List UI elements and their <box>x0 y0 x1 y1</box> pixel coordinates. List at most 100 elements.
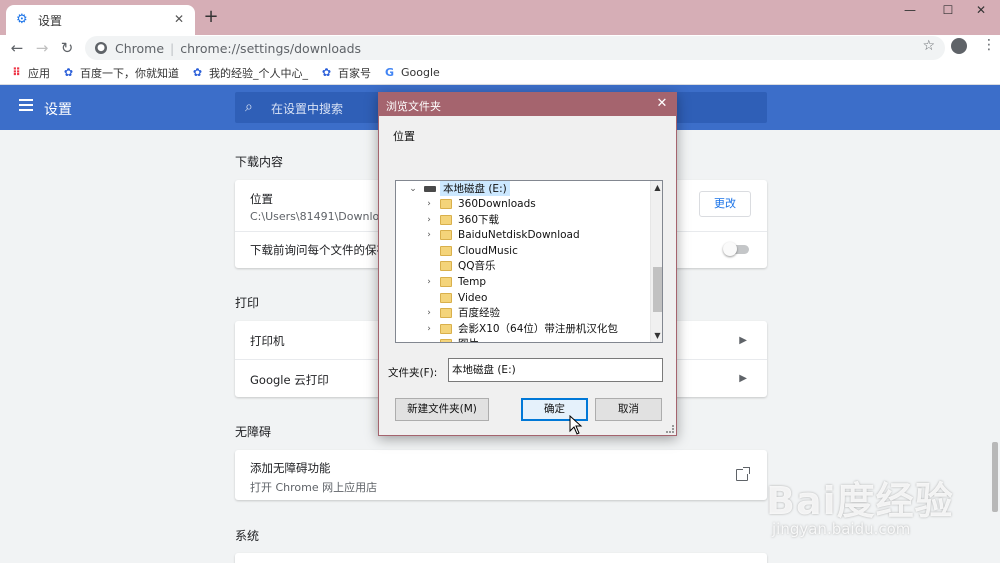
close-tab-icon[interactable]: ✕ <box>171 11 187 27</box>
new-folder-button[interactable]: 新建文件夹(M) <box>395 398 489 421</box>
tree-item-label: 360下载 <box>458 214 500 226</box>
baidu-paw-icon: ✿ <box>192 66 203 79</box>
tree-item-label: Video <box>458 291 488 304</box>
watermark-sub: jingyan.baidu.com <box>772 520 911 538</box>
folder-icon <box>440 338 452 342</box>
tree-item[interactable]: 图片 <box>424 336 479 342</box>
baidu-jingyan-watermark: Bai度经验 jingyan.baidu.com <box>766 470 996 560</box>
folder-tree[interactable]: ⌄ 本地磁盘 (E:) › 360Downloads › 360下载 › Bai… <box>395 180 663 343</box>
dialog-titlebar[interactable]: 浏览文件夹 ✕ <box>379 93 676 116</box>
chevron-right-icon[interactable]: › <box>424 277 434 287</box>
chevron-right-icon[interactable]: › <box>424 324 434 334</box>
search-placeholder: 在设置中搜索 <box>271 102 344 116</box>
chevron-right-icon: ▶ <box>739 335 747 346</box>
folder-field-label: 文件夹(F): <box>388 367 438 379</box>
toggle-knob <box>723 242 737 256</box>
gear-icon: ⚙ <box>16 12 28 27</box>
minimize-button[interactable]: — <box>897 3 923 19</box>
chrome-site-icon: ● <box>95 42 107 54</box>
system-card <box>235 553 767 563</box>
menu-kebab-icon[interactable]: ⋮ <box>982 37 996 53</box>
tree-scrollbar[interactable]: ▲ ▼ <box>650 181 662 342</box>
tree-item[interactable]: › 360下载 <box>424 212 499 227</box>
tree-scrollbar-thumb[interactable] <box>653 267 662 312</box>
bookmark-google[interactable]: G Google <box>383 66 440 79</box>
folder-icon <box>440 276 452 287</box>
tab-title: 设置 <box>38 13 63 28</box>
section-title-printing: 打印 <box>235 296 260 310</box>
profile-avatar-icon[interactable] <box>951 38 967 54</box>
bookmarks-bar: ⠿ 应用 ✿ 百度一下，你就知道 ✿ 我的经验_个人中心_ ✿ 百家号 G Go… <box>0 61 1000 85</box>
chevron-down-icon[interactable]: ⌄ <box>408 184 418 194</box>
bookmark-baijiahao[interactable]: ✿ 百家号 <box>320 65 371 81</box>
baidu-paw-icon: ✿ <box>321 66 332 79</box>
tree-item[interactable]: › BaiduNetdiskDownload <box>424 227 580 242</box>
bookmark-jingyan[interactable]: ✿ 我的经验_个人中心_ <box>191 65 308 81</box>
forward-icon[interactable]: → <box>32 38 52 58</box>
cancel-button[interactable]: 取消 <box>595 398 662 421</box>
chevron-right-icon[interactable]: › <box>424 199 434 209</box>
folder-icon <box>440 214 452 225</box>
tree-item-label: Temp <box>458 275 486 288</box>
change-location-button[interactable]: 更改 <box>699 191 751 217</box>
folder-icon <box>440 323 452 334</box>
scroll-up-icon[interactable]: ▲ <box>651 181 662 194</box>
address-bar[interactable]: ● Chrome | chrome://settings/downloads ☆ <box>85 36 945 60</box>
watermark-main: Bai度经验 <box>766 479 954 523</box>
bookmark-label: Google <box>401 66 440 79</box>
dialog-title: 浏览文件夹 <box>386 100 441 113</box>
tab-settings[interactable]: ⚙ 设置 ✕ <box>6 5 195 35</box>
add-accessibility-row[interactable]: 添加无障碍功能 打开 Chrome 网上应用店 <box>250 460 752 495</box>
tree-item-label: QQ音乐 <box>458 260 496 272</box>
browse-folder-dialog: 浏览文件夹 ✕ 位置 ⌄ 本地磁盘 (E:) › 360Downloads › … <box>378 92 677 436</box>
section-title-system: 系统 <box>235 529 260 543</box>
reload-icon[interactable]: ↻ <box>57 38 77 58</box>
section-title-accessibility: 无障碍 <box>235 425 272 439</box>
folder-icon <box>440 229 452 240</box>
bookmark-label: 应用 <box>28 66 50 80</box>
bookmark-baidu[interactable]: ✿ 百度一下，你就知道 <box>62 65 179 81</box>
tree-item[interactable]: › 会影X10（64位）带注册机汉化包 <box>424 321 618 336</box>
chevron-right-icon[interactable]: › <box>424 215 434 225</box>
hamburger-menu-icon[interactable] <box>19 99 33 111</box>
chevron-right-icon[interactable]: › <box>424 230 434 240</box>
tab-strip: ⚙ 设置 ✕ + — ☐ ✕ <box>0 0 1000 35</box>
tree-item[interactable]: › 360Downloads <box>424 196 536 211</box>
drive-icon <box>424 185 436 192</box>
chevron-right-icon[interactable]: › <box>424 308 434 318</box>
tree-item-label: BaiduNetdiskDownload <box>458 228 580 241</box>
ask-location-toggle[interactable] <box>723 242 749 256</box>
external-link-icon[interactable] <box>736 467 750 481</box>
tree-root-drive[interactable]: ⌄ 本地磁盘 (E:) <box>408 181 510 196</box>
omnibox-separator: | <box>170 40 175 56</box>
tree-item[interactable]: CloudMusic <box>424 243 518 258</box>
baidu-paw-icon: ✿ <box>63 66 74 79</box>
tree-item[interactable]: › 百度经验 <box>424 305 500 320</box>
bookmark-label: 百家号 <box>338 66 371 80</box>
folder-field[interactable]: 本地磁盘 (E:) <box>448 358 663 382</box>
maximize-button[interactable]: ☐ <box>935 3 961 19</box>
tree-item-label: 本地磁盘 (E:) <box>440 181 510 196</box>
bookmark-label: 我的经验_个人中心_ <box>209 66 308 80</box>
page-title: 设置 <box>44 102 72 118</box>
close-icon[interactable]: ✕ <box>654 96 670 112</box>
tree-item[interactable]: Video <box>424 290 487 305</box>
folder-icon <box>440 245 452 256</box>
bookmark-label: 百度一下，你就知道 <box>80 66 179 80</box>
tree-item[interactable]: › Temp <box>424 274 486 289</box>
resize-grip-icon[interactable] <box>666 425 674 433</box>
close-window-button[interactable]: ✕ <box>968 3 994 19</box>
chevron-right-icon: ▶ <box>739 373 747 384</box>
new-tab-button[interactable]: + <box>202 8 220 26</box>
bookmark-star-icon[interactable]: ☆ <box>922 38 935 54</box>
bookmark-apps[interactable]: ⠿ 应用 <box>10 65 50 81</box>
dialog-location-label: 位置 <box>393 130 415 143</box>
scroll-down-icon[interactable]: ▼ <box>651 329 662 342</box>
tree-item[interactable]: QQ音乐 <box>424 258 496 273</box>
add-features-label: 添加无障碍功能 <box>250 461 331 475</box>
folder-icon <box>440 292 452 303</box>
back-icon[interactable]: ← <box>7 38 27 58</box>
search-icon: ⌕ <box>245 99 253 115</box>
section-title-downloads: 下载内容 <box>235 155 284 169</box>
folder-icon <box>440 260 452 271</box>
